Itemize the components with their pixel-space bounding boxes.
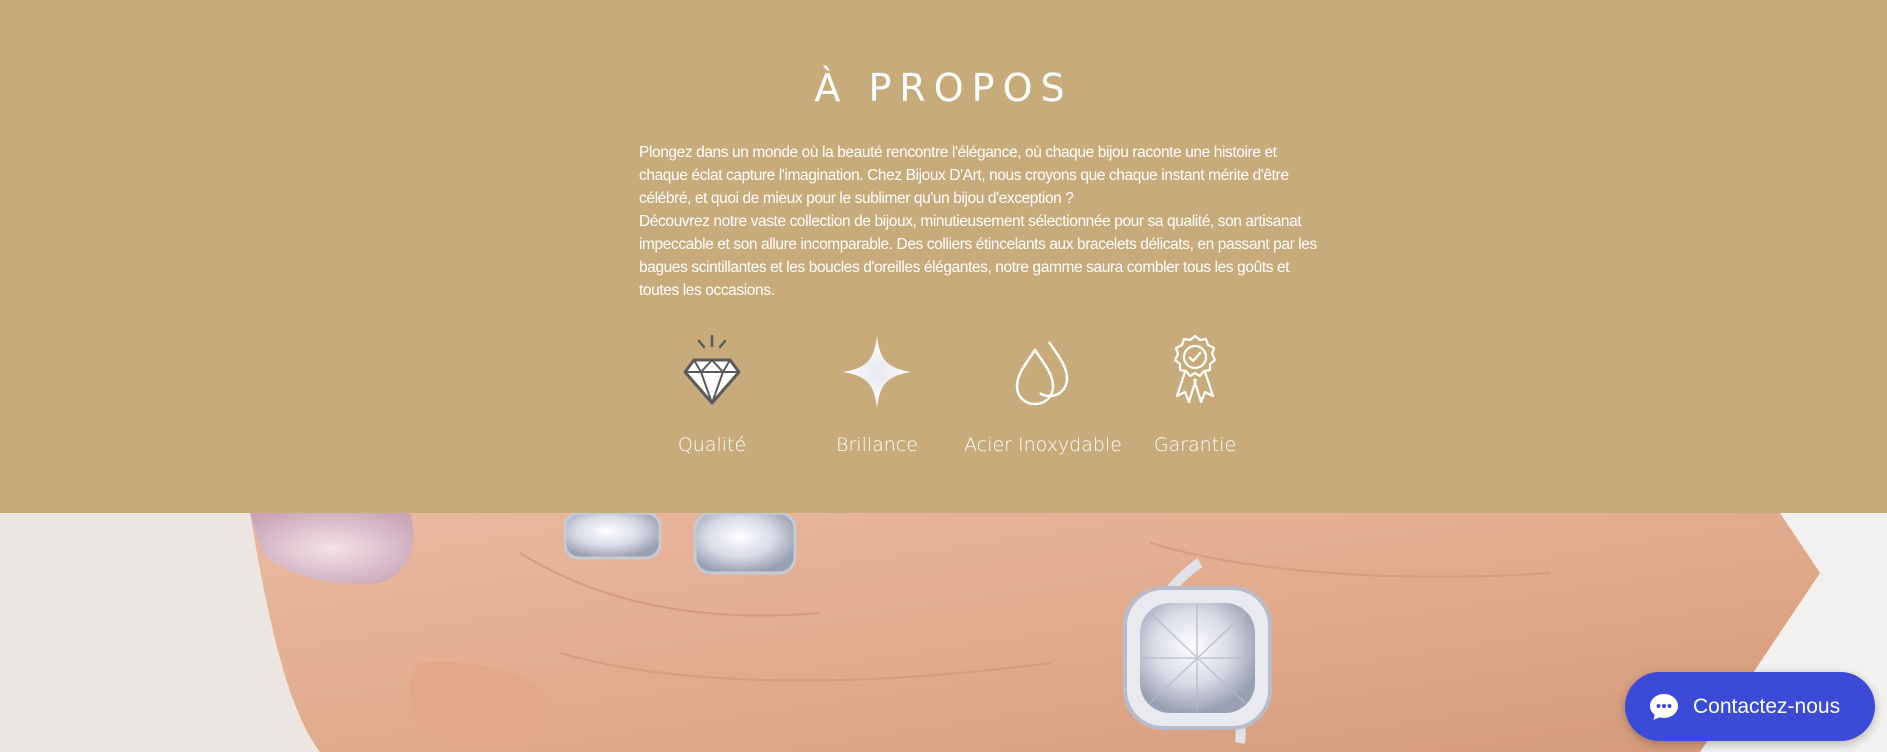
feature-label-stainless-steel: Acier Inoxydable (964, 434, 1122, 456)
feature-quality: Qualité (672, 332, 752, 456)
about-description: Plongez dans un monde où la beauté renco… (639, 141, 1323, 302)
feature-brilliance: Brillance (836, 332, 918, 456)
contact-chat-button[interactable]: Contactez-nous (1625, 672, 1875, 741)
about-title: À PROPOS (814, 66, 1073, 110)
about-section: À PROPOS Plongez dans un monde où la bea… (0, 0, 1887, 513)
hero-jewelry-image (0, 513, 1887, 752)
chat-button-label: Contactez-nous (1693, 694, 1841, 718)
diamond-icon (672, 332, 752, 412)
chat-bubble-icon (1647, 690, 1681, 724)
features-row: Qualité Brillance Acier Inoxydable Garan… (0, 332, 1887, 462)
about-paragraph-1: Plongez dans un monde où la beauté renco… (639, 144, 1289, 207)
about-paragraph-2: Découvrez notre vaste collection de bijo… (639, 213, 1317, 299)
feature-label-warranty: Garantie (1153, 434, 1237, 456)
feature-stainless-steel: Acier Inoxydable (964, 332, 1122, 456)
award-badge-icon (1155, 332, 1235, 412)
sparkle-icon (837, 332, 917, 412)
feature-label-brilliance: Brillance (836, 434, 918, 456)
drops-icon (1003, 332, 1083, 412)
feature-label-quality: Qualité (677, 434, 747, 456)
feature-warranty: Garantie (1153, 332, 1237, 456)
